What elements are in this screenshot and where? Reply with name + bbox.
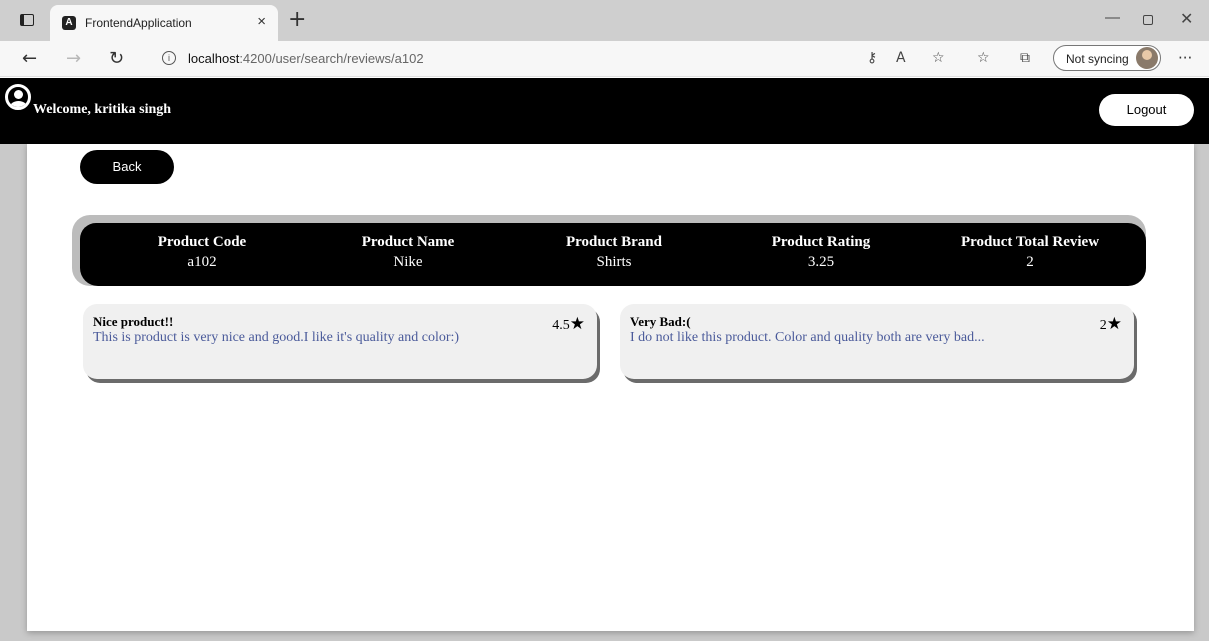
reload-icon[interactable]: ↻ bbox=[109, 48, 124, 69]
address-bar[interactable]: localhost:4200/user/search/reviews/a102 bbox=[188, 51, 424, 66]
tab-actions-icon[interactable] bbox=[20, 14, 34, 26]
close-icon[interactable]: × bbox=[257, 13, 266, 30]
summary-heading: Product Rating bbox=[771, 234, 871, 250]
summary-product-name: Product Name Nike bbox=[308, 234, 508, 271]
star-icon: ★ bbox=[569, 314, 585, 334]
read-aloud-icon[interactable]: A bbox=[896, 50, 906, 66]
collections-icon[interactable]: ⧉ bbox=[1020, 50, 1030, 66]
user-icon bbox=[5, 84, 31, 110]
info-icon[interactable]: i bbox=[162, 51, 176, 65]
summary-product-brand: Product Brand Shirts bbox=[514, 234, 714, 271]
summary-heading: Product Brand bbox=[566, 234, 662, 250]
review-card: Nice product!! This is product is very n… bbox=[83, 304, 597, 379]
page-viewport: Welcome, kritika singh Logout Back Produ… bbox=[0, 78, 1209, 641]
review-rating-value: 4.5 bbox=[552, 318, 570, 333]
summary-product-total-review: Product Total Review 2 bbox=[930, 234, 1130, 271]
angular-icon: A bbox=[62, 16, 76, 30]
sync-button[interactable]: Not syncing bbox=[1053, 45, 1161, 71]
logout-button[interactable]: Logout bbox=[1099, 94, 1194, 126]
key-icon[interactable]: ⚷ bbox=[867, 50, 877, 66]
back-arrow-icon[interactable]: ← bbox=[22, 48, 37, 69]
summary-value: 2 bbox=[1026, 254, 1034, 270]
summary-value: Shirts bbox=[596, 254, 632, 270]
summary-product-code: Product Code a102 bbox=[102, 234, 302, 271]
review-text: This is product is very nice and good.I … bbox=[93, 330, 460, 345]
summary-heading: Product Total Review bbox=[960, 234, 1100, 250]
favorite-star-icon[interactable]: ☆ bbox=[932, 50, 945, 66]
page-gutter-bottom bbox=[0, 631, 1209, 641]
product-summary-frame: Product Code a102 Product Name Nike Prod… bbox=[72, 215, 1146, 286]
page-gutter-left bbox=[0, 143, 27, 641]
url-host: localhost bbox=[188, 51, 240, 66]
summary-value: Nike bbox=[393, 254, 423, 270]
star-icon: ★ bbox=[1106, 314, 1122, 334]
review-title: Very Bad:( bbox=[630, 314, 691, 329]
summary-heading: Product Name bbox=[361, 234, 455, 250]
app-header: Welcome, kritika singh Logout bbox=[0, 78, 1209, 144]
new-tab-icon[interactable]: + bbox=[288, 7, 306, 32]
window-close-icon[interactable]: ✕ bbox=[1180, 9, 1193, 28]
review-rating-value: 2 bbox=[1099, 318, 1107, 333]
favorites-list-icon[interactable]: ☆ bbox=[977, 50, 990, 66]
more-icon[interactable]: ··· bbox=[1178, 49, 1192, 67]
browser-tab[interactable]: A FrontendApplication × bbox=[50, 5, 278, 41]
url-path: :4200/user/search/reviews/a102 bbox=[239, 51, 424, 66]
tab-title: FrontendApplication bbox=[85, 16, 192, 30]
summary-value: a102 bbox=[187, 254, 217, 270]
sync-label: Not syncing bbox=[1066, 52, 1129, 66]
browser-tab-strip: A FrontendApplication × + — ✕ bbox=[0, 0, 1209, 41]
minimize-icon[interactable]: — bbox=[1105, 9, 1120, 26]
review-card: Very Bad:( I do not like this product. C… bbox=[620, 304, 1134, 379]
forward-arrow-icon[interactable]: → bbox=[66, 48, 81, 69]
review-rating: 4.5★ bbox=[552, 314, 585, 334]
summary-product-rating: Product Rating 3.25 bbox=[721, 234, 921, 271]
review-rating: 2★ bbox=[1100, 314, 1122, 334]
product-summary: Product Code a102 Product Name Nike Prod… bbox=[80, 223, 1146, 286]
review-text: I do not like this product. Color and qu… bbox=[630, 330, 985, 345]
summary-heading: Product Code bbox=[157, 234, 247, 250]
review-title: Nice product!! bbox=[93, 314, 174, 329]
back-button[interactable]: Back bbox=[80, 150, 174, 184]
maximize-icon[interactable] bbox=[1143, 15, 1153, 25]
browser-toolbar: ← → ↻ i localhost:4200/user/search/revie… bbox=[0, 41, 1209, 77]
summary-value: 3.25 bbox=[807, 254, 835, 270]
welcome-text: Welcome, kritika singh bbox=[33, 102, 172, 117]
page-gutter-right bbox=[1194, 143, 1209, 641]
profile-avatar bbox=[1136, 47, 1158, 69]
